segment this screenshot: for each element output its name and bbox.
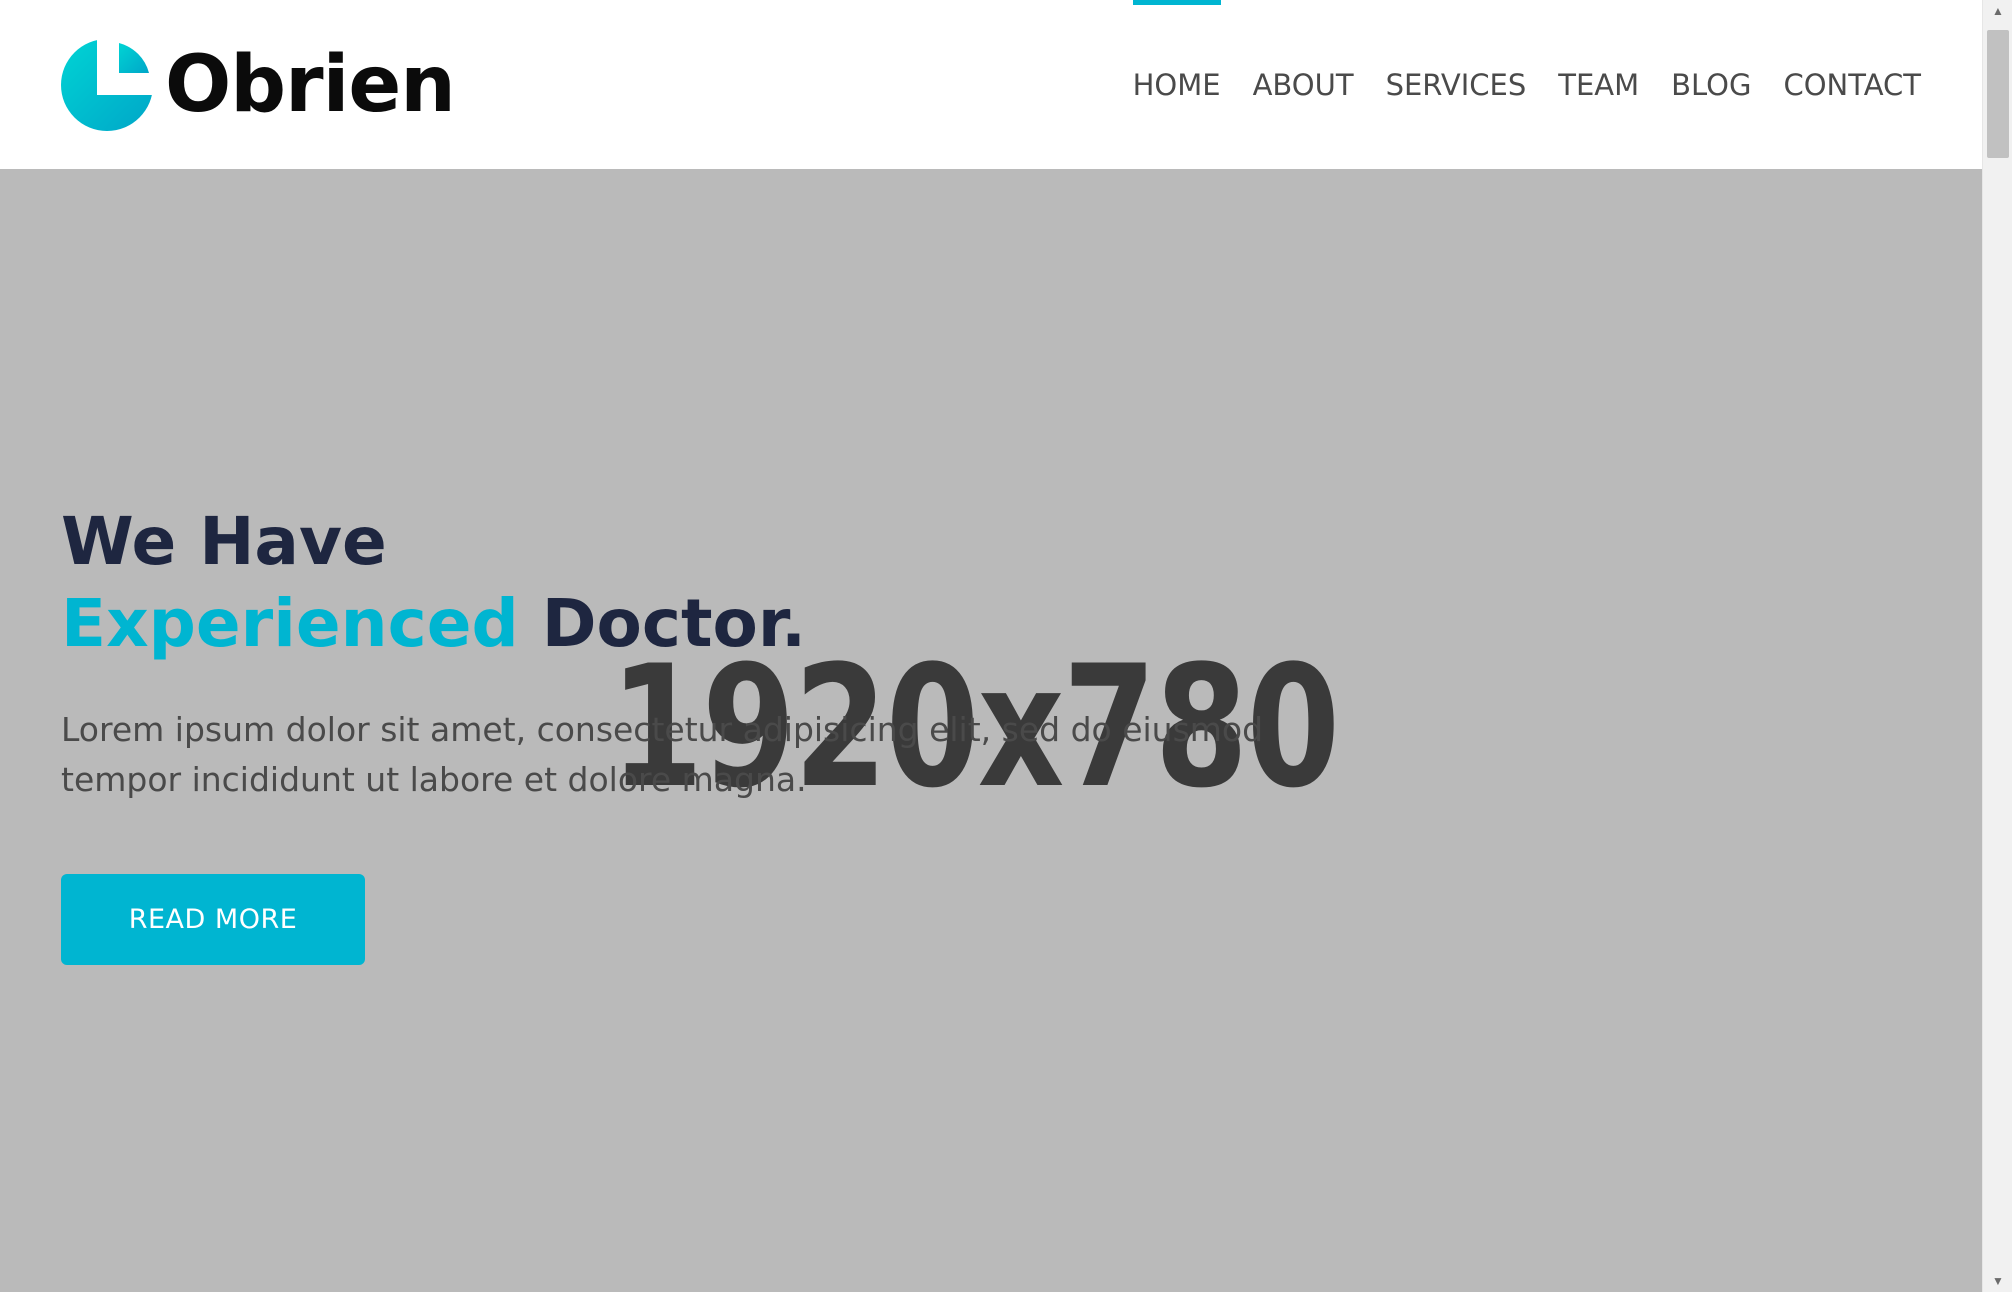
site-header: Obrien HOME ABOUT SERVICES TEAM BLOG CON… [0,0,1982,169]
logo[interactable]: Obrien [61,35,456,131]
scrollbar[interactable]: ▲ ▼ [1982,0,2012,1292]
nav-item-about[interactable]: ABOUT [1253,0,1354,169]
read-more-button[interactable]: READ MORE [61,874,365,965]
hero-title-rest: Doctor. [518,585,807,662]
scrollbar-thumb[interactable] [1987,30,2009,158]
nav-item-contact[interactable]: CONTACT [1783,0,1921,169]
hero-description: Lorem ipsum dolor sit amet, consectetur … [61,710,1264,799]
nav-item-team[interactable]: TEAM [1558,0,1639,169]
arrow-down-icon[interactable]: ▼ [1983,1270,2012,1292]
hero-title: We Have Experienced Doctor. [61,501,806,665]
hero-title-accent: Experienced [61,585,519,662]
medical-cross-icon [61,35,153,131]
logo-text: Obrien [165,40,456,130]
nav-item-services[interactable]: SERVICES [1386,0,1527,169]
arrow-up-icon[interactable]: ▲ [1983,0,2012,22]
page: Obrien HOME ABOUT SERVICES TEAM BLOG CON… [0,0,2012,1292]
main-nav: HOME ABOUT SERVICES TEAM BLOG CONTACT [1101,0,1921,169]
nav-item-home[interactable]: HOME [1132,0,1221,169]
hero-title-line1: We Have [61,503,387,580]
hero-section: 1920x780 We Have Experienced Doctor. Lor… [0,169,1982,1292]
nav-item-blog[interactable]: BLOG [1671,0,1751,169]
